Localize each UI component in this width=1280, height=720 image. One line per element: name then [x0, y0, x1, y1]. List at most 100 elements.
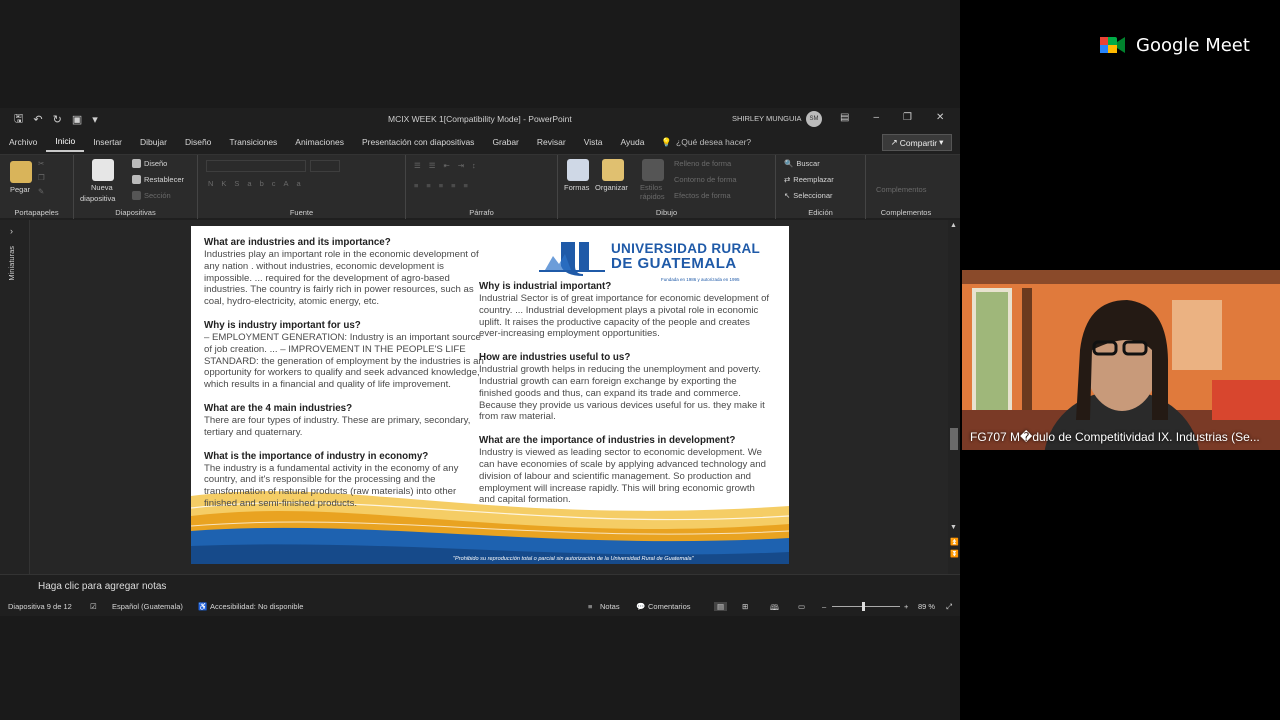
tab-archivo[interactable]: Archivo	[0, 132, 46, 152]
find-button[interactable]: 🔍 Buscar	[784, 159, 820, 168]
university-emblem-icon	[539, 242, 605, 276]
group-portapapeles: Pegar ✂ ❐ ✎ Portapapeles	[0, 155, 74, 219]
font-size-select[interactable]	[310, 160, 340, 172]
tab-diseno[interactable]: Diseño	[176, 132, 220, 152]
new-slide-label-2[interactable]: diapositiva	[80, 194, 115, 203]
shapes-button[interactable]: Formas	[564, 183, 589, 192]
quick-styles-icon[interactable]	[642, 159, 664, 181]
participant-video[interactable]: FG707 M�dulo de Competitividad IX. Indus…	[962, 270, 1280, 450]
slideshow-view-icon[interactable]: ▭	[798, 602, 805, 611]
chevron-right-icon[interactable]: ›	[10, 226, 13, 236]
close-icon[interactable]: ✕	[936, 112, 944, 123]
paste-button[interactable]: Pegar	[10, 185, 30, 194]
group-label: Dibujo	[655, 208, 678, 217]
tab-inicio[interactable]: Inicio	[46, 132, 85, 152]
fit-to-window-icon[interactable]: ⤢	[946, 602, 952, 612]
zoom-level[interactable]: 89 %	[918, 602, 935, 611]
ribbon-display-icon[interactable]: ▤	[840, 112, 849, 123]
window-title: MCIX WEEK 1[Compatibility Mode] - PowerP…	[388, 114, 572, 124]
layout-button[interactable]: Diseño	[132, 159, 167, 168]
zoom-out-icon[interactable]: –	[822, 602, 826, 611]
next-slide-icon[interactable]: ⏬	[950, 550, 959, 558]
comments-toggle[interactable]: Comentarios	[648, 602, 691, 611]
spellcheck-icon[interactable]: ☑	[90, 602, 97, 611]
ribbon: Pegar ✂ ❐ ✎ Portapapeles Nueva diapositi…	[0, 154, 960, 219]
addins-button[interactable]: Complementos	[876, 185, 926, 194]
save-icon[interactable]: 🖫	[14, 110, 23, 129]
tab-revisar[interactable]: Revisar	[528, 132, 575, 152]
format-painter-icon[interactable]: ✎	[38, 187, 44, 196]
accessibility-icon[interactable]: ♿	[198, 602, 207, 611]
zoom-slider-handle[interactable]	[862, 602, 865, 611]
notes-toggle[interactable]: Notas	[600, 602, 620, 611]
normal-view-icon[interactable]: ▤	[714, 602, 728, 611]
tab-vista[interactable]: Vista	[575, 132, 612, 152]
paste-icon[interactable]	[10, 161, 32, 183]
comments-icon[interactable]: 💬	[636, 602, 645, 611]
new-slide-label-1[interactable]: Nueva	[91, 183, 113, 192]
tab-grabar[interactable]: Grabar	[483, 132, 527, 152]
undo-icon[interactable]: ↶	[33, 113, 42, 126]
layout-icon	[132, 159, 141, 168]
scroll-up-icon[interactable]: ▲	[950, 222, 957, 229]
tab-dibujar[interactable]: Dibujar	[131, 132, 176, 152]
font-format-buttons[interactable]: NKSabcAa	[208, 179, 309, 188]
meet-brand-name: Google Meet	[1136, 34, 1250, 56]
section-button[interactable]: Sección	[132, 191, 171, 200]
redo-icon[interactable]: ↻	[53, 113, 62, 126]
user-name[interactable]: SHIRLEY MUNGUIA	[732, 114, 801, 123]
slide-sorter-icon[interactable]: ⊞	[742, 602, 748, 611]
reset-button[interactable]: Restablecer	[132, 175, 184, 184]
shape-outline-button[interactable]: Contorno de forma	[674, 175, 737, 184]
present-icon[interactable]: ▣	[72, 113, 82, 126]
list-buttons[interactable]: ☰☰⇤⇥↕	[414, 161, 484, 170]
tab-animaciones[interactable]: Animaciones	[286, 132, 353, 152]
arrange-button[interactable]: Organizar	[595, 183, 628, 192]
thumbnails-label: Miniaturas	[7, 246, 16, 281]
tell-me-label: ¿Qué desea hacer?	[676, 137, 752, 147]
notes-pane[interactable]: Haga clic para agregar notas	[0, 574, 960, 598]
zoom-slider[interactable]	[832, 606, 900, 607]
zoom-in-icon[interactable]: +	[904, 602, 908, 611]
shape-effects-button[interactable]: Efectos de forma	[674, 191, 731, 200]
align-buttons[interactable]: ≡≡≡≡≡	[414, 181, 476, 190]
customize-toolbar-icon[interactable]: ▾	[92, 113, 98, 126]
scrollbar-thumb[interactable]	[950, 428, 958, 450]
group-parrafo: ☰☰⇤⇥↕ ≡≡≡≡≡ Párrafo	[406, 155, 558, 219]
replace-icon: ⇄	[784, 175, 791, 184]
arrange-icon[interactable]	[602, 159, 624, 181]
shape-fill-button[interactable]: Relleno de forma	[674, 159, 731, 168]
shapes-icon[interactable]	[567, 159, 589, 181]
find-label: Buscar	[796, 159, 820, 168]
thumbnail-pane[interactable]: › Miniaturas	[0, 220, 30, 582]
scroll-down-icon[interactable]: ▼	[950, 524, 957, 531]
replace-button[interactable]: ⇄ Reemplazar	[784, 175, 834, 184]
avatar[interactable]: SM	[806, 111, 822, 127]
tab-presentacion[interactable]: Presentación con diapositivas	[353, 132, 483, 152]
reading-view-icon[interactable]: 🕮	[770, 602, 779, 615]
minimize-icon[interactable]: –	[873, 112, 879, 123]
cut-icon[interactable]: ✂	[38, 159, 44, 168]
new-slide-icon[interactable]	[92, 159, 114, 181]
notes-icon[interactable]: ≡	[588, 602, 592, 611]
accessibility-status[interactable]: Accesibilidad: No disponible	[210, 602, 303, 611]
quick-styles-button[interactable]: Estilos rápidos	[640, 183, 670, 201]
slide-canvas[interactable]: UNIVERSIDAD RURAL DE GUATEMALA Fundada e…	[191, 226, 789, 564]
tab-ayuda[interactable]: Ayuda	[611, 132, 653, 152]
maximize-icon[interactable]: ❐	[903, 112, 912, 123]
font-name-select[interactable]	[206, 160, 306, 172]
language-label[interactable]: Español (Guatemala)	[112, 602, 183, 611]
tab-transiciones[interactable]: Transiciones	[220, 132, 286, 152]
search-icon: 🔍	[784, 159, 794, 168]
previous-slide-icon[interactable]: ⏫	[950, 538, 959, 546]
tell-me-search[interactable]: 💡 ¿Qué desea hacer?	[661, 137, 751, 148]
qa-block: How are industries useful to us? Industr…	[479, 352, 771, 423]
copy-icon[interactable]: ❐	[38, 173, 45, 182]
question-heading: Why is industry important for us?	[204, 319, 361, 331]
question-heading: How are industries useful to us?	[479, 352, 631, 364]
vertical-scrollbar[interactable]: ▲ ▼ ⏫ ⏬	[948, 220, 960, 582]
select-button[interactable]: ↖ Seleccionar	[784, 191, 833, 200]
tab-insertar[interactable]: Insertar	[84, 132, 131, 152]
share-button[interactable]: ↗ Compartir ▾	[882, 134, 952, 151]
qa-block: Why is industry important for us? – EMPL…	[204, 320, 484, 391]
